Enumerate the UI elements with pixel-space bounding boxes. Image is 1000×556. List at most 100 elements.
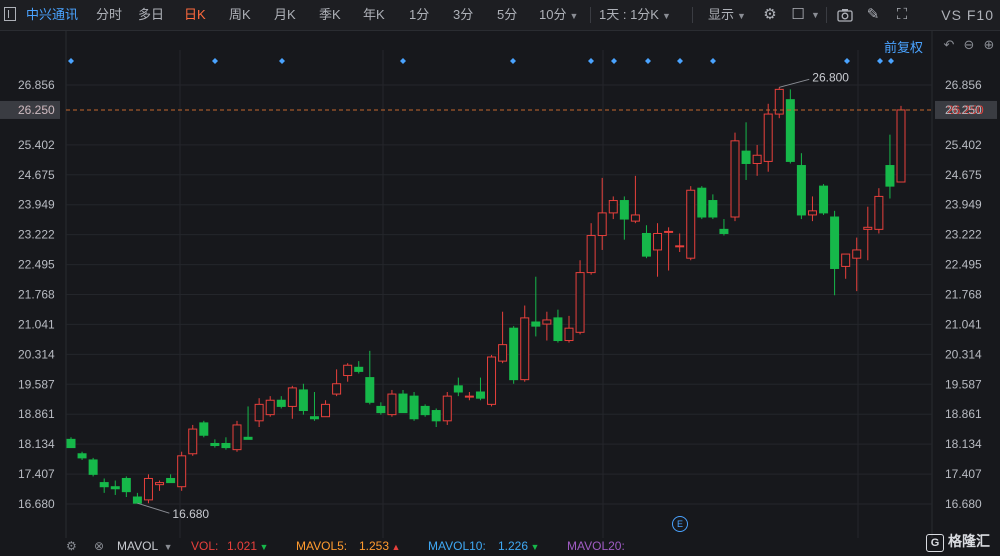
candlestick-chart[interactable]: 26.250 26.250 26.800 16.680 26.856 26.85626.…: [0, 30, 1000, 538]
candle-body: [564, 327, 574, 342]
candle-body: [88, 459, 98, 475]
event-markers: [68, 58, 894, 64]
candle: [420, 404, 430, 417]
indicator-select[interactable]: MAVOL ▼: [117, 538, 173, 556]
price-tick-label-right: 17.407: [945, 467, 982, 481]
candle: [498, 311, 508, 364]
candle: [619, 196, 629, 240]
pen-icon[interactable]: ✎: [864, 6, 882, 24]
chevron-down-icon: ▼: [661, 11, 671, 21]
candle: [664, 227, 674, 271]
price-tick-label-right: 24.675: [945, 168, 982, 182]
tab-1min[interactable]: 1分: [409, 0, 429, 30]
chevron-down-icon: ▼: [161, 542, 173, 552]
tab-multi-day[interactable]: 多日: [138, 0, 164, 30]
candle: [166, 474, 176, 484]
camera-icon[interactable]: [836, 6, 854, 24]
display-menu-label: 显示: [708, 7, 735, 22]
candle-body: [641, 232, 651, 257]
mavol5-label: MAVOL5:: [296, 539, 348, 553]
candle-body: [298, 389, 308, 412]
chevron-down-icon: ▼: [569, 11, 579, 21]
price-tick-label-left: 22.495: [18, 258, 55, 272]
candle-body: [210, 442, 220, 447]
fullscreen-icon[interactable]: ⛶: [893, 6, 911, 24]
candles: [66, 87, 906, 504]
earnings-marker[interactable]: E: [672, 516, 688, 532]
chevron-down-icon[interactable]: ▼: [811, 10, 820, 20]
candle-body: [343, 364, 353, 377]
period-select-label: 1天 : 1分K: [599, 7, 659, 22]
price-tick-label-left: 24.675: [18, 168, 55, 182]
vol-value: 1.021 ▼: [227, 538, 268, 556]
tab-weekly-k[interactable]: 周K: [229, 0, 251, 30]
candle: [653, 223, 663, 277]
candle: [686, 186, 696, 261]
candle: [608, 196, 618, 220]
candle-body: [796, 165, 806, 216]
candle: [553, 309, 563, 343]
candle-body: [763, 113, 773, 162]
close-icon[interactable]: ⊗: [94, 538, 104, 555]
vs-f10-button[interactable]: VS F10: [941, 0, 994, 30]
tab-daily-k[interactable]: 日K: [184, 0, 206, 30]
stock-icon[interactable]: [4, 7, 16, 21]
toolbar: 中兴通讯 分时 多日 日K 周K 月K 季K 年K 1分 3分 5分 10分 ▼ …: [0, 0, 1000, 31]
candle-body: [553, 317, 563, 342]
candle-body: [719, 228, 729, 234]
price-tick-label-right: 23.949: [945, 198, 982, 212]
price-tick-label-right: 20.314: [945, 347, 982, 361]
candle-body: [520, 317, 530, 381]
candle-body: [453, 385, 463, 393]
watermark-logo: G 格隆汇: [926, 531, 990, 552]
candle: [121, 476, 131, 498]
candle: [88, 457, 98, 477]
event-marker-diamond: [212, 58, 218, 64]
checkbox-icon[interactable]: ☐: [789, 6, 807, 24]
candle-body: [442, 395, 452, 422]
candle: [697, 186, 707, 220]
candle: [409, 392, 419, 421]
gear-icon[interactable]: ⚙: [761, 6, 779, 24]
candle-body: [841, 253, 851, 267]
candle-body: [675, 245, 685, 248]
price-tick-label-right: 21.041: [945, 317, 982, 331]
arrow-up-icon: ▲: [389, 542, 401, 552]
display-menu[interactable]: 显示 ▼: [708, 0, 746, 30]
candle-body: [309, 416, 319, 420]
tab-monthly-k[interactable]: 月K: [274, 0, 296, 30]
event-marker-diamond: [710, 58, 716, 64]
candle-body: [321, 403, 331, 418]
candle-body: [509, 327, 519, 381]
tab-quarterly-k[interactable]: 季K: [319, 0, 341, 30]
candle-body: [885, 165, 895, 187]
stock-name[interactable]: 中兴通讯: [26, 0, 78, 30]
tab-3min[interactable]: 3分: [453, 0, 473, 30]
tab-10min-label: 10分: [539, 7, 567, 22]
price-tick-label-left: 26.250: [18, 103, 55, 117]
gear-icon[interactable]: ⚙: [66, 538, 77, 555]
candle-body: [354, 366, 364, 372]
tab-10min[interactable]: 10分 ▼: [539, 0, 578, 30]
candle-body: [575, 272, 585, 333]
candle: [520, 305, 530, 382]
chevron-down-icon: ▼: [737, 11, 746, 21]
candle: [841, 253, 851, 279]
candle: [630, 175, 640, 224]
arrow-down-icon: ▼: [528, 542, 540, 552]
candle-body: [221, 442, 231, 449]
tab-yearly-k[interactable]: 年K: [363, 0, 385, 30]
event-marker-diamond: [611, 58, 617, 64]
candle: [675, 233, 685, 253]
price-tick-label-right: 26.856: [945, 78, 982, 92]
candle-body: [686, 189, 696, 259]
logo-icon: G: [926, 534, 944, 552]
event-marker-diamond: [510, 58, 516, 64]
period-select[interactable]: 1天 : 1分K ▼: [599, 0, 671, 30]
tab-intraday[interactable]: 分时: [96, 0, 122, 30]
tab-5min[interactable]: 5分: [497, 0, 517, 30]
candle-body: [155, 482, 165, 486]
candle: [487, 354, 497, 407]
candle: [321, 400, 331, 418]
candle: [66, 437, 76, 449]
